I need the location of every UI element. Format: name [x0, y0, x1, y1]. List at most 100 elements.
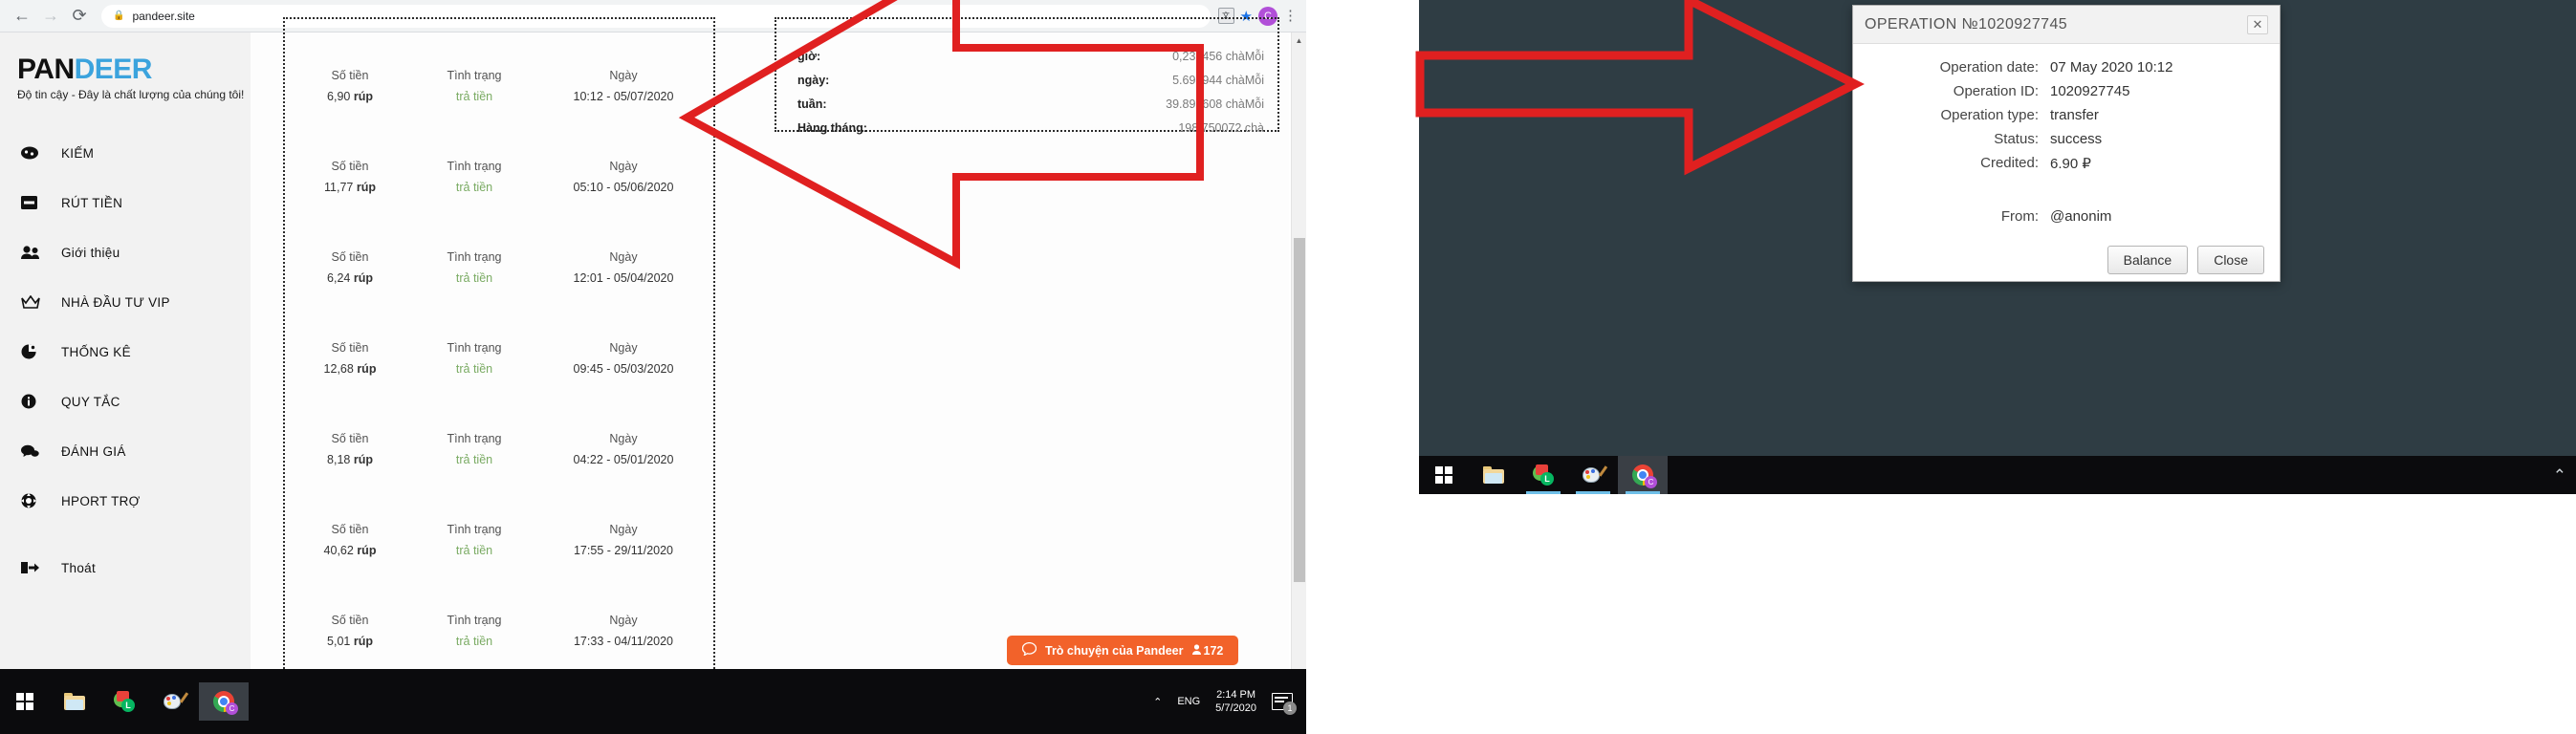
column-header-date: Ngày: [609, 69, 638, 82]
reload-icon[interactable]: ⟳: [65, 2, 94, 31]
chevron-up-icon[interactable]: ⌃: [2553, 466, 2566, 486]
taskbar-clock[interactable]: 2:14 PM 5/7/2020: [1215, 688, 1256, 715]
sidebar-item-label: QUY TẮC: [61, 394, 120, 409]
start-button[interactable]: [1419, 456, 1469, 494]
status-badge: trả tiền: [455, 90, 493, 103]
status-badge: trả tiền: [455, 635, 493, 648]
amount-cell: Số tiền 11,77 rúp: [283, 160, 417, 194]
wallet-icon: [21, 196, 50, 209]
notifications-icon[interactable]: 1: [1272, 693, 1297, 715]
paint-app-button[interactable]: [1568, 456, 1618, 494]
status-cell: Tình trạng trả tiền: [417, 614, 532, 648]
sidebar-item-exit[interactable]: Thoát: [0, 543, 251, 593]
sidebar-item-gioi-thieu[interactable]: Giới thiệu: [0, 227, 251, 277]
status-badge: trả tiền: [455, 453, 493, 466]
file-explorer-button[interactable]: [50, 682, 99, 721]
column-header-date: Ngày: [609, 160, 638, 173]
date-value: 12:01 - 05/04/2020: [573, 271, 674, 285]
status-cell: Tình trạng trả tiền: [417, 523, 532, 557]
balance-button[interactable]: Balance: [2107, 246, 2189, 274]
table-row[interactable]: Số tiền 12,68 rúp Tình trạng trả tiền Ng…: [283, 341, 715, 376]
line-app-button[interactable]: L: [1518, 456, 1568, 494]
amount-cell: Số tiền 12,68 rúp: [283, 341, 417, 376]
sidebar-item-rut-tien[interactable]: RÚT TIỀN: [0, 178, 251, 227]
sidebar-item-label: KIẾM: [61, 145, 95, 161]
language-indicator[interactable]: ENG: [1177, 696, 1200, 707]
chrome-icon: C: [213, 691, 238, 715]
person-icon: [1191, 643, 1201, 658]
sidebar-item-thong-ke[interactable]: THỐNG KÊ: [0, 327, 251, 377]
chrome-app-button[interactable]: C: [1618, 456, 1668, 494]
earnings-list: giờ: 0,237456 chàMỗi ngày: 5.698944 chàM…: [775, 50, 1279, 145]
column-header-amount: Số tiền: [331, 69, 369, 82]
scrollbar-thumb[interactable]: [1294, 238, 1305, 582]
line-app-button[interactable]: L: [99, 682, 149, 721]
close-icon[interactable]: ✕: [2247, 14, 2268, 34]
logo-part2: DEER: [74, 54, 153, 85]
chat-widget-button[interactable]: Trò chuyện của Pandeer 172: [1007, 636, 1239, 665]
chat-bubble-icon: [21, 444, 50, 458]
sidebar-item-danh-gia[interactable]: ĐÁNH GIÁ: [0, 426, 251, 476]
status-cell: Tình trạng trả tiền: [417, 69, 532, 103]
dialog-body: Operation date: 07 May 2020 10:12 Operat…: [1853, 44, 2280, 274]
chrome-app-button[interactable]: C: [199, 682, 249, 721]
date-cell: Ngày 17:33 - 04/11/2020: [532, 614, 715, 648]
windows-taskbar[interactable]: L C ⌃ ENG 2:14 PM 5/7/2020 1: [0, 669, 1306, 734]
kebab-menu-icon[interactable]: ⋮: [1283, 9, 1298, 23]
dialog-field-row: Status: success: [1853, 131, 2280, 147]
table-row[interactable]: Số tiền 6,24 rúp Tình trạng trả tiền Ngà…: [283, 250, 715, 285]
table-row[interactable]: Số tiền 8,18 rúp Tình trạng trả tiền Ngà…: [283, 432, 715, 466]
sidebar-item-nha-dau-tu-vip[interactable]: NHÀ ĐẦU TƯ VIP: [0, 277, 251, 327]
chat-count-value: 172: [1203, 643, 1224, 658]
field-label: Operation date:: [1939, 59, 2039, 76]
date-value: 05:10 - 05/06/2020: [573, 181, 674, 194]
table-row[interactable]: Số tiền 5,01 rúp Tình trạng trả tiền Ngà…: [283, 614, 715, 648]
earnings-row: Hàng tháng: 198.750072 chà: [775, 121, 1279, 145]
amount-value: 5,01: [327, 635, 351, 648]
dialog-footer: Balance Close: [1853, 232, 2280, 274]
url-text: pandeer.site: [132, 9, 195, 23]
sidebar-item-quy-tac[interactable]: QUY TẮC: [0, 377, 251, 426]
dialog-field-row: Operation date: 07 May 2020 10:12: [1853, 59, 2280, 76]
page-scrollbar[interactable]: ▲ ▼: [1291, 32, 1306, 734]
field-value: success: [2050, 131, 2103, 147]
file-explorer-button[interactable]: [1469, 456, 1518, 494]
people-icon: [21, 246, 50, 259]
dialog-field-row: Operation ID: 1020927745: [1853, 83, 2280, 99]
date-value: 10:12 - 05/07/2020: [573, 90, 674, 103]
chat-bubble-icon: [1021, 641, 1037, 658]
paint-app-button[interactable]: [149, 682, 199, 721]
chevron-up-icon[interactable]: ⌃: [1153, 696, 1162, 708]
field-label: Status:: [1994, 131, 2039, 147]
earnings-row: ngày: 5.698944 chàMỗi: [775, 74, 1279, 97]
table-row[interactable]: Số tiền 11,77 rúp Tình trạng trả tiền Ng…: [283, 160, 715, 194]
site-tagline: Độ tin cậy - Đây là chất lượng của chúng…: [17, 88, 245, 101]
column-header-date: Ngày: [609, 432, 638, 445]
amount-cell: Số tiền 40,62 rúp: [283, 523, 417, 557]
desktop-taskbar[interactable]: L C: [1419, 456, 2576, 494]
date-value: 17:33 - 04/11/2020: [573, 635, 674, 648]
close-button[interactable]: Close: [2197, 246, 2264, 274]
earnings-label: ngày:: [797, 74, 830, 87]
table-row[interactable]: Số tiền 6,90 rúp Tình trạng trả tiền Ngà…: [283, 69, 715, 103]
sidebar-item-hport-tro[interactable]: HPORT TRỢ: [0, 476, 251, 526]
page-content: Số tiền 6,90 rúp Tình trạng trả tiền Ngà…: [251, 17, 1289, 734]
start-button[interactable]: [0, 682, 50, 721]
logo-part1: PAN: [17, 54, 75, 85]
scroll-up-icon[interactable]: ▲: [1292, 32, 1306, 48]
dialog-title-bar: OPERATION №1020927745 ✕: [1853, 6, 2280, 44]
dialog-spacer: [1853, 180, 2280, 201]
sidebar-item-kiem[interactable]: KIẾM: [0, 128, 251, 178]
forward-arrow-icon[interactable]: →: [36, 2, 65, 31]
site-sidebar: PANDEER Độ tin cậy - Đây là chất lượng c…: [0, 32, 251, 702]
site-logo[interactable]: PANDEER Độ tin cậy - Đây là chất lượng c…: [0, 32, 251, 101]
date-cell: Ngày 04:22 - 05/01/2020: [532, 432, 715, 466]
currency-label: rúp: [357, 544, 377, 557]
dialog-field-row: Operation type: transfer: [1853, 107, 2280, 123]
status-cell: Tình trạng trả tiền: [417, 341, 532, 376]
back-arrow-icon[interactable]: ←: [8, 2, 36, 31]
notification-count: 1: [1283, 702, 1297, 715]
table-row[interactable]: Số tiền 40,62 rúp Tình trạng trả tiền Ng…: [283, 523, 715, 557]
dialog-field-row: Credited: 6.90 ₽: [1853, 155, 2280, 172]
amount-value: 6,24: [327, 271, 351, 285]
